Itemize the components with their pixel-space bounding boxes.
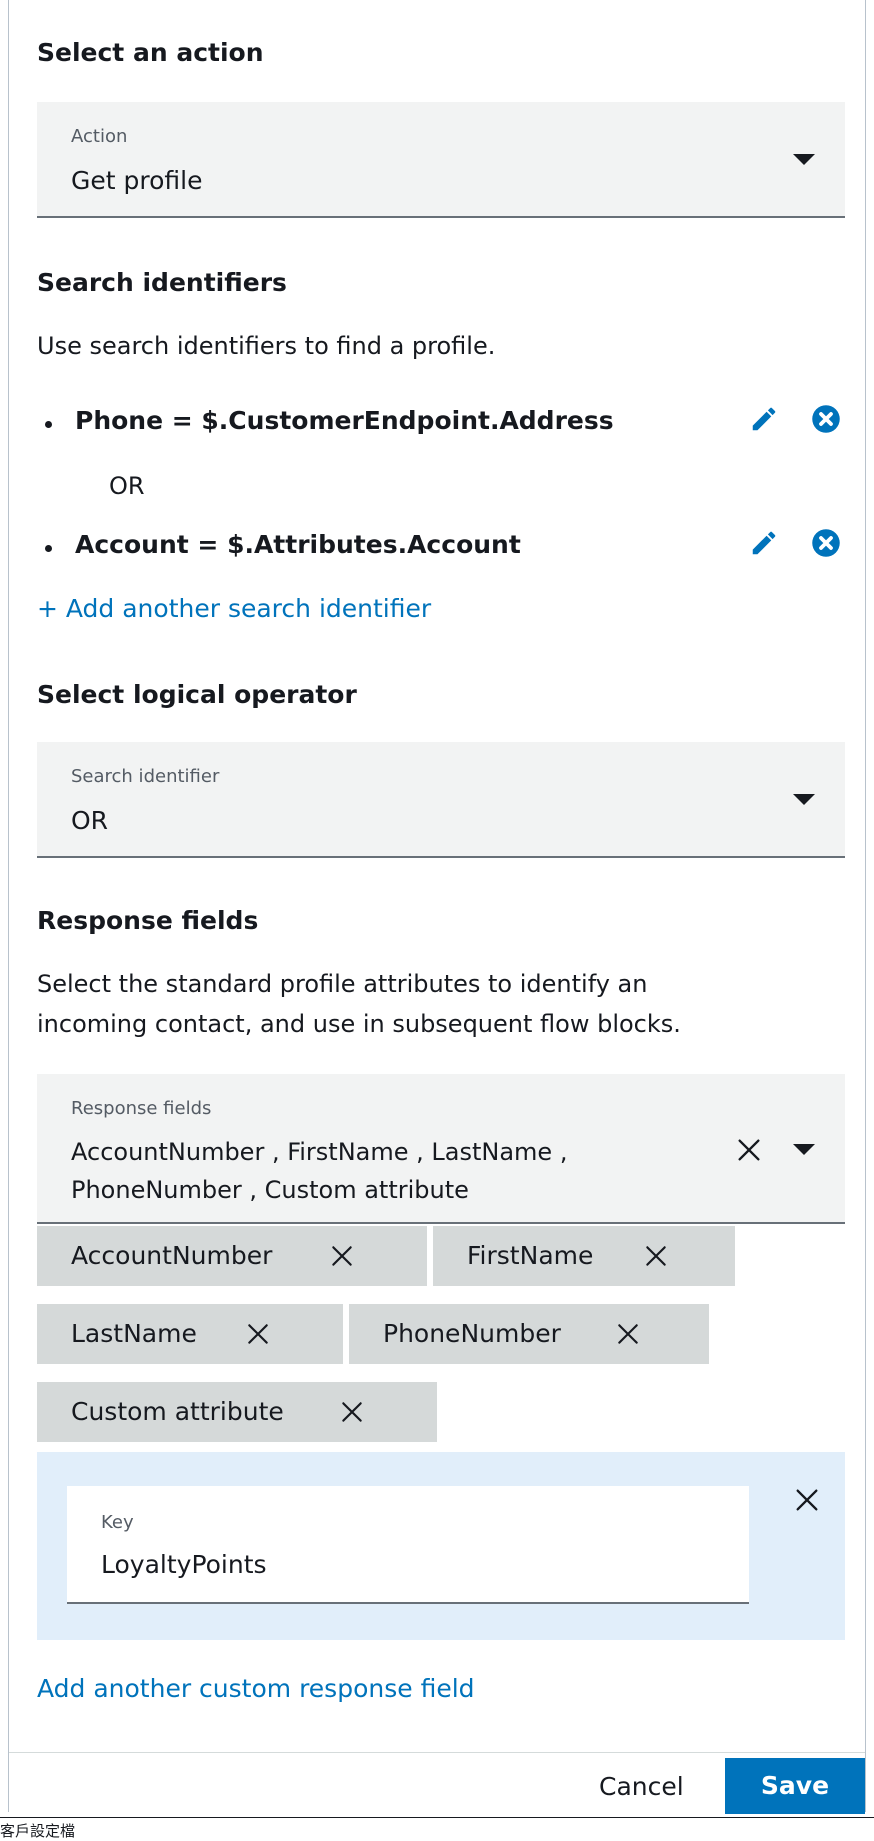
add-custom-response-field-link[interactable]: Add another custom response field: [37, 1674, 475, 1703]
selected-chip: AccountNumber: [37, 1226, 427, 1286]
search-identifier-item: Account = $.Attributes.Account: [37, 528, 845, 568]
response-fields-multiselect[interactable]: Response fields AccountNumber , FirstNam…: [37, 1074, 845, 1224]
chip-label: Custom attribute: [71, 1397, 284, 1426]
response-fields-description-line2: incoming contact, and use in subsequent …: [37, 1010, 681, 1038]
search-identifier-text: Account = $.Attributes.Account: [75, 530, 521, 559]
search-identifiers-heading: Search identifiers: [37, 268, 287, 297]
search-identifiers-description: Use search identifiers to find a profile…: [37, 332, 496, 360]
action-value: Get profile: [71, 166, 203, 195]
response-fields-heading: Response fields: [37, 906, 259, 935]
remove-circle-icon[interactable]: [811, 528, 841, 558]
chip-label: FirstName: [467, 1241, 594, 1270]
chip-label: AccountNumber: [71, 1241, 273, 1270]
logical-operator-heading: Select logical operator: [37, 680, 357, 709]
remove-custom-field-icon[interactable]: [793, 1486, 821, 1514]
bottom-caption: 客戶設定檔: [0, 1822, 76, 1840]
bottom-rule: [0, 1817, 874, 1818]
response-value-line2: PhoneNumber , Custom attribute: [71, 1176, 469, 1204]
chevron-down-icon[interactable]: [793, 154, 815, 165]
key-field-label: Key: [101, 1512, 134, 1533]
response-fields-description-line1: Select the standard profile attributes t…: [37, 970, 648, 998]
chip-label: PhoneNumber: [383, 1319, 561, 1348]
chevron-down-icon[interactable]: [793, 794, 815, 805]
operator-field-label: Search identifier: [71, 766, 220, 787]
remove-chip-icon[interactable]: [329, 1243, 355, 1269]
add-search-identifier-link[interactable]: + Add another search identifier: [37, 594, 431, 623]
remove-chip-icon[interactable]: [643, 1243, 669, 1269]
selected-chip: PhoneNumber: [349, 1304, 709, 1364]
save-button[interactable]: Save: [725, 1758, 865, 1814]
selected-chip: Custom attribute: [37, 1382, 437, 1442]
remove-chip-icon[interactable]: [615, 1321, 641, 1347]
operator-value: OR: [71, 806, 109, 835]
key-value: LoyaltyPoints: [101, 1550, 267, 1579]
search-identifier-text: Phone = $.CustomerEndpoint.Address: [75, 406, 614, 435]
key-input[interactable]: Key LoyaltyPoints: [67, 1486, 749, 1604]
logical-operator-select[interactable]: Search identifier OR: [37, 742, 845, 858]
response-value-line1: AccountNumber , FirstName , LastName ,: [71, 1138, 568, 1166]
remove-circle-icon[interactable]: [811, 404, 841, 434]
or-separator: OR: [109, 472, 145, 500]
chip-label: LastName: [71, 1319, 197, 1348]
edit-pencil-icon[interactable]: [749, 404, 779, 434]
bullet-icon: [45, 421, 52, 428]
search-identifier-item: Phone = $.CustomerEndpoint.Address: [37, 404, 845, 444]
edit-pencil-icon[interactable]: [749, 528, 779, 558]
footer-divider: [9, 1752, 865, 1753]
response-field-label: Response fields: [71, 1098, 212, 1119]
chevron-down-icon[interactable]: [793, 1144, 815, 1155]
action-field-label: Action: [71, 126, 128, 147]
action-select[interactable]: Action Get profile: [37, 102, 845, 218]
remove-chip-icon[interactable]: [339, 1399, 365, 1425]
remove-chip-icon[interactable]: [245, 1321, 271, 1347]
custom-attribute-panel: Key LoyaltyPoints: [37, 1452, 845, 1640]
cancel-button[interactable]: Cancel: [599, 1772, 684, 1801]
selected-chip: FirstName: [433, 1226, 735, 1286]
action-heading: Select an action: [37, 38, 264, 67]
clear-selection-icon[interactable]: [735, 1136, 763, 1164]
selected-chip: LastName: [37, 1304, 343, 1364]
get-profile-panel: Select an action Action Get profile Sear…: [8, 0, 866, 1814]
bullet-icon: [45, 545, 52, 552]
